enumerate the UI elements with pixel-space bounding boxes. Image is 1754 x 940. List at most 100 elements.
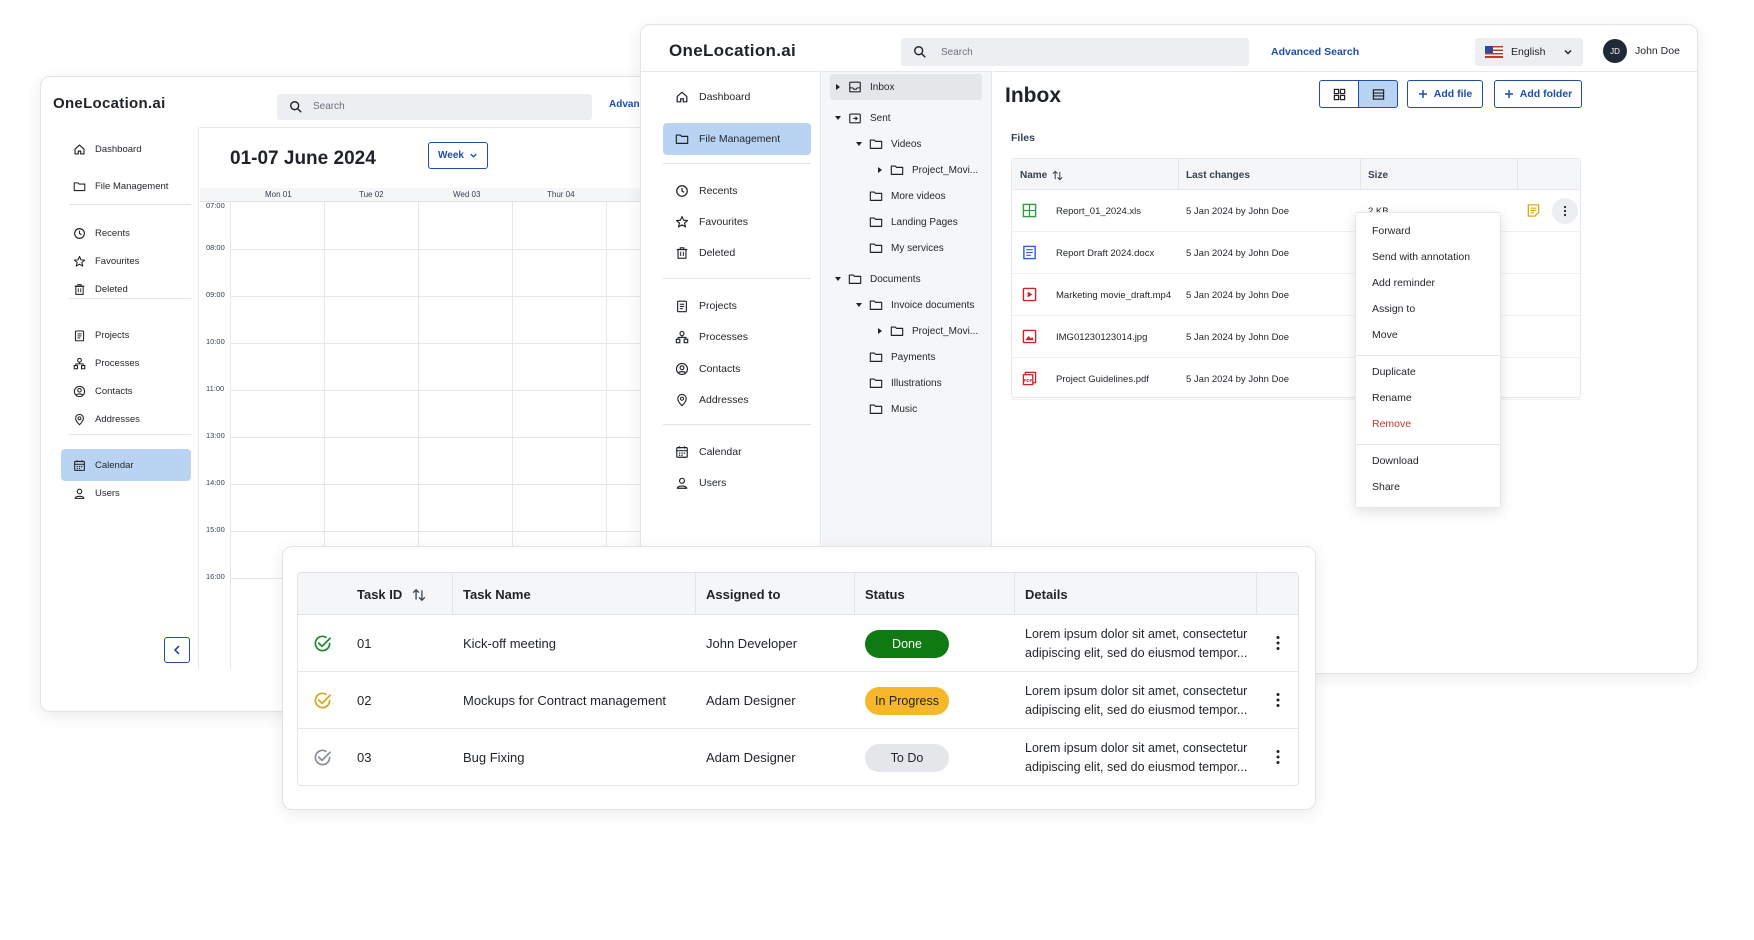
caret-right-icon[interactable] [834, 83, 842, 91]
sidebar-item-deleted[interactable]: Deleted [663, 237, 811, 269]
last-changes-column-header[interactable]: Last changes [1186, 170, 1250, 181]
sidebar-divider [69, 434, 191, 435]
menu-item-forward[interactable]: Forward [1372, 225, 1411, 237]
tree-item-project-movi[interactable]: Project_Movi... [830, 318, 982, 344]
kebab-menu-icon[interactable] [1270, 635, 1286, 651]
caret-down-icon[interactable] [855, 301, 863, 309]
sidebar-item-label: Projects [95, 329, 130, 341]
list-view-toggle[interactable] [1358, 80, 1398, 108]
tree-item-documents[interactable]: Documents [830, 266, 982, 292]
task-name-column-header[interactable]: Task Name [463, 587, 531, 602]
sidebar-item-addresses[interactable]: Addresses [663, 384, 811, 416]
caret-down-icon[interactable] [855, 140, 863, 148]
menu-item-duplicate[interactable]: Duplicate [1372, 366, 1416, 378]
tree-item-invoice-documents[interactable]: Invoice documents [830, 292, 982, 318]
tree-item-more-videos[interactable]: More videos [830, 183, 982, 209]
sidebar-item-contacts[interactable]: Contacts [663, 353, 811, 385]
sidebar-item-dashboard[interactable]: Dashboard [663, 81, 811, 113]
search-input[interactable]: Search [277, 94, 592, 120]
home-icon [675, 90, 689, 104]
check-circle-icon[interactable] [313, 634, 332, 653]
task-row[interactable]: 02 Mockups for Contract management Adam De… [298, 672, 1298, 729]
app-logo: OneLocation.ai [53, 95, 166, 112]
task-row[interactable]: 03 Bug Fixing Adam Designer To Do Lorem ipsu… [298, 729, 1298, 785]
sidebar-item-addresses[interactable]: Addresses [61, 403, 191, 435]
sidebar-item-label: Deleted [95, 283, 128, 295]
caret-spacer [855, 405, 863, 413]
tree-item-my-services[interactable]: My services [830, 235, 982, 261]
more-actions-button[interactable] [1552, 198, 1578, 224]
menu-item-move[interactable]: Move [1372, 329, 1398, 341]
sidebar-item-file-management[interactable]: File Management [663, 123, 811, 155]
file-last-changes: 5 Jan 2024 by John Doe [1186, 290, 1289, 301]
view-select[interactable]: Week [428, 142, 488, 169]
tree-item-inbox[interactable]: Inbox [830, 74, 982, 100]
tree-item-label: Documents [870, 273, 921, 285]
language-select[interactable]: English [1475, 38, 1583, 66]
sort-icon[interactable] [1052, 170, 1063, 181]
sidebar-item-calendar[interactable]: Calendar [663, 436, 811, 468]
grid-view-toggle[interactable] [1319, 80, 1359, 108]
check-circle-icon[interactable] [313, 691, 332, 710]
collapse-sidebar-button[interactable] [164, 637, 190, 663]
sort-icon[interactable] [412, 588, 426, 602]
menu-item-share[interactable]: Share [1372, 481, 1400, 493]
sidebar-item-users[interactable]: Users [61, 477, 191, 509]
kebab-menu-icon[interactable] [1270, 749, 1286, 765]
caret-right-icon[interactable] [876, 166, 884, 174]
sidebar-divider [69, 204, 191, 205]
sidebar-item-users[interactable]: Users [663, 467, 811, 499]
menu-item-send-with-annotation[interactable]: Send with annotation [1372, 251, 1470, 263]
search-input[interactable]: Search [901, 38, 1249, 66]
tree-item-illustrations[interactable]: Illustrations [830, 370, 982, 396]
size-column-header[interactable]: Size [1368, 170, 1388, 181]
assigned-to-column-header[interactable]: Assigned to [706, 587, 780, 602]
location-pin-icon [675, 393, 689, 407]
search-icon [913, 45, 927, 59]
details-column-header[interactable]: Details [1025, 587, 1068, 602]
tree-item-music[interactable]: Music [830, 396, 982, 422]
caret-spacer [855, 192, 863, 200]
sidebar-item-projects[interactable]: Projects [663, 290, 811, 322]
page-title: Inbox [1005, 84, 1061, 107]
add-file-label: Add file [1433, 88, 1473, 100]
add-file-button[interactable]: Add file [1407, 80, 1483, 108]
menu-item-remove[interactable]: Remove [1372, 418, 1411, 430]
menu-item-rename[interactable]: Rename [1372, 392, 1412, 404]
avatar[interactable]: JD [1603, 39, 1627, 63]
task-id: 03 [357, 750, 372, 765]
tree-item-payments[interactable]: Payments [830, 344, 982, 370]
tree-item-landing-pages[interactable]: Landing Pages [830, 209, 982, 235]
menu-item-add-reminder[interactable]: Add reminder [1372, 277, 1435, 289]
menu-item-assign-to[interactable]: Assign to [1372, 303, 1415, 315]
tree-item-videos[interactable]: Videos [830, 131, 982, 157]
sidebar-item-label: Processes [699, 331, 749, 343]
task-details-line: Lorem ipsum dolor sit amet, consectetur [1025, 627, 1248, 641]
check-circle-icon[interactable] [313, 748, 332, 767]
sidebar-item-dashboard[interactable]: Dashboard [61, 133, 191, 165]
user-name[interactable]: John Doe [1635, 45, 1680, 57]
annotation-note-icon[interactable] [1526, 203, 1541, 218]
hour-label: 14:00 [206, 478, 225, 487]
add-folder-button[interactable]: Add folder [1494, 80, 1582, 108]
sidebar-item-recents[interactable]: Recents [663, 175, 811, 207]
sidebar-item-deleted[interactable]: Deleted [61, 273, 191, 305]
sidebar-item-label: Contacts [95, 385, 133, 397]
tree-item-project-movi[interactable]: Project_Movi... [830, 157, 982, 183]
name-column-header[interactable]: Name [1020, 170, 1063, 181]
kebab-menu-icon[interactable] [1270, 692, 1286, 708]
menu-item-download[interactable]: Download [1372, 455, 1419, 467]
caret-right-icon[interactable] [876, 327, 884, 335]
calendar-icon [73, 459, 86, 472]
sidebar-item-favourites[interactable]: Favourites [663, 206, 811, 238]
search-placeholder: Search [941, 47, 973, 58]
advanced-search-link[interactable]: Advanced Search [1271, 46, 1359, 58]
sidebar-item-file-management[interactable]: File Management [61, 170, 191, 202]
tree-item-sent[interactable]: Sent [830, 105, 982, 131]
task-row[interactable]: 01 Kick-off meeting John Developer Done Lore… [298, 615, 1298, 672]
status-column-header[interactable]: Status [865, 587, 905, 602]
task-id-column-header[interactable]: Task ID [357, 587, 426, 602]
caret-down-icon[interactable] [834, 275, 842, 283]
caret-down-icon[interactable] [834, 114, 842, 122]
sidebar-item-processes[interactable]: Processes [663, 321, 811, 353]
